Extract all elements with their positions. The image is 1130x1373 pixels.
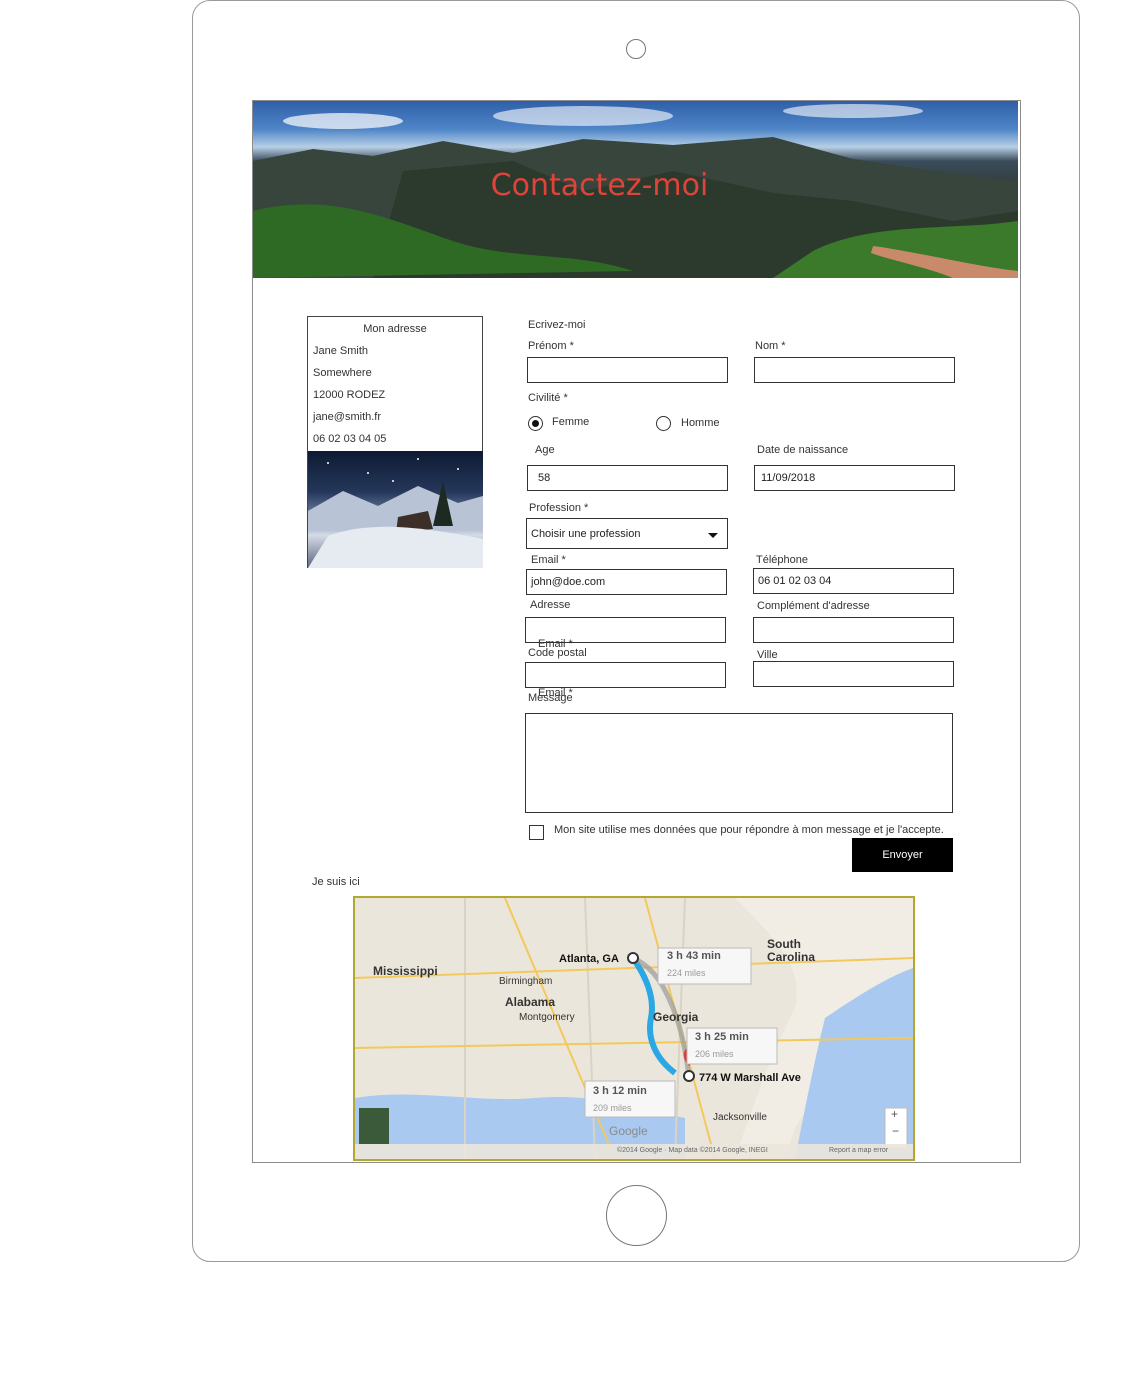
map-label-south-carolina: South Carolina [767,937,816,964]
map-label-atlanta: Atlanta, GA [559,953,619,965]
map-label-destination: 774 W Marshall Ave [699,1072,801,1084]
address-name: Jane Smith [313,345,369,357]
map-section-label: Je suis ici [312,876,360,888]
lastname-input[interactable] [754,357,955,383]
route-2-distance: 206 miles [695,1049,734,1059]
firstname-label: Prénom * [528,340,574,352]
snow-cabin-image [308,451,483,568]
radio-femme-label: Femme [552,416,590,428]
zoom-out-button[interactable]: − [892,1124,899,1138]
route-3-time: 3 h 12 min [593,1085,647,1097]
consent-checkbox[interactable] [529,825,544,840]
phone-value: 06 01 02 03 04 [758,575,832,587]
map-label-georgia: Georgia [653,1010,699,1024]
google-logo: Google [609,1124,648,1138]
route-map[interactable]: Mississippi Alabama Georgia South Caroli… [353,896,915,1161]
profession-select[interactable]: Choisir une profession [526,518,728,549]
map-label-montgomery: Montgomery [519,1012,575,1023]
birthdate-value: 11/09/2018 [761,472,816,484]
age-input[interactable]: 58 [527,465,728,491]
email-value: john@doe.com [531,576,606,588]
profession-label: Profession * [529,502,589,514]
consent-text: Mon site utilise mes données que pour ré… [554,824,944,836]
address-email: jane@smith.fr [313,411,382,423]
form-heading: Ecrivez-moi [528,319,586,331]
city-input[interactable] [753,661,954,687]
address-label: Adresse [530,599,571,611]
route-1-time: 3 h 43 min [667,950,721,962]
address2-label: Complément d'adresse [757,600,870,612]
message-label: Message [528,692,573,704]
page-title: Contactez-moi [490,168,709,203]
city-label: Ville [757,649,778,661]
map-image [355,898,913,1159]
submit-button[interactable]: Envoyer [852,838,953,872]
map-label-mississippi: Mississippi [373,964,438,978]
report-map-error-link[interactable]: Report a map error [829,1147,888,1154]
radio-selected-dot [532,420,539,427]
postal-label: Code postal [528,647,587,659]
postal-input[interactable] [525,662,726,688]
zoom-in-button[interactable]: + [891,1107,898,1121]
lastname-label: Nom * [755,340,786,352]
age-label: Age [535,444,555,456]
civility-label: Civilité * [528,392,568,404]
map-copyright: ©2014 Google · Map data ©2014 Google, IN… [617,1147,768,1154]
map-label-birmingham: Birmingham [499,976,553,987]
route-2-time: 3 h 25 min [695,1031,749,1043]
map-label-jacksonville: Jacksonville [713,1112,767,1123]
phone-label: Téléphone [756,554,808,566]
address-card-heading: Mon adresse [363,323,427,335]
radio-homme-label: Homme [681,417,720,429]
address-city: 12000 RODEZ [313,389,386,401]
birthdate-label: Date de naissance [757,444,849,456]
map-label-alabama: Alabama [505,995,556,1009]
route-3-distance: 209 miles [593,1103,632,1113]
address-street: Somewhere [313,367,372,379]
radio-homme[interactable] [656,416,671,431]
route-1-distance: 224 miles [667,968,706,978]
phone-input[interactable]: 06 01 02 03 04 [753,568,954,594]
camera-icon [626,39,646,59]
message-textarea[interactable] [525,713,953,813]
chevron-down-icon [708,533,718,538]
firstname-input[interactable] [527,357,728,383]
address-phone: 06 02 03 04 05 [313,433,387,445]
birthdate-input[interactable]: 11/09/2018 [754,465,955,491]
home-button[interactable] [606,1185,667,1246]
age-value: 58 [538,472,551,484]
email-input[interactable]: john@doe.com [526,569,727,595]
address2-input[interactable] [753,617,954,643]
email-label: Email * [531,554,566,566]
radio-femme[interactable] [528,416,543,431]
profession-value: Choisir une profession [531,527,641,540]
